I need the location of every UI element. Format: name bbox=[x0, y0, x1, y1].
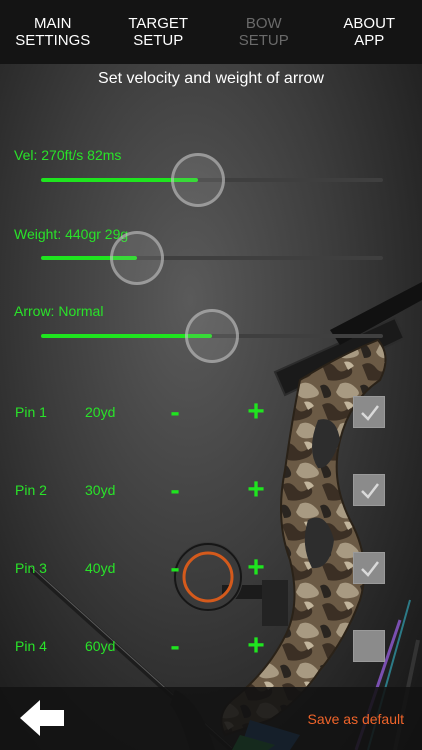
arrow-type-label: Arrow: Normal bbox=[14, 303, 104, 319]
nav-main-settings[interactable]: MAIN SETTINGS bbox=[0, 15, 106, 49]
pin-increase-button[interactable]: + bbox=[244, 629, 268, 663]
back-arrow-button[interactable] bbox=[18, 698, 68, 738]
top-navigation-bar: MAIN SETTINGS TARGET SETUP BOW SETUP ABO… bbox=[0, 0, 422, 64]
pin-decrease-button[interactable]: - bbox=[165, 551, 185, 585]
nav-target-setup[interactable]: TARGET SETUP bbox=[106, 15, 212, 49]
pin-distance: 40yd bbox=[85, 560, 116, 576]
pin-decrease-button[interactable]: - bbox=[165, 629, 185, 663]
pin-distance: 20yd bbox=[85, 404, 116, 420]
pin-enable-checkbox[interactable] bbox=[353, 552, 385, 584]
pin-row-2: Pin 2 30yd - + bbox=[0, 471, 422, 511]
pin-enable-checkbox[interactable] bbox=[353, 474, 385, 506]
save-as-default-button[interactable]: Save as default bbox=[307, 711, 404, 727]
pin-row-4: Pin 4 60yd - + bbox=[0, 627, 422, 667]
pin-enable-checkbox[interactable] bbox=[353, 396, 385, 428]
pin-row-3: Pin 3 40yd - + bbox=[0, 549, 422, 589]
arrow-type-slider-thumb[interactable] bbox=[185, 309, 239, 363]
page-subtitle: Set velocity and weight of arrow bbox=[98, 70, 324, 87]
pin-increase-button[interactable]: + bbox=[244, 551, 268, 585]
arrow-type-slider[interactable] bbox=[41, 309, 383, 363]
weight-slider[interactable] bbox=[41, 231, 383, 285]
nav-about-app[interactable]: ABOUT APP bbox=[317, 15, 422, 49]
pin-enable-checkbox[interactable] bbox=[353, 630, 385, 662]
pin-label: Pin 4 bbox=[15, 638, 47, 654]
velocity-slider[interactable] bbox=[41, 153, 383, 207]
pin-distance: 60yd bbox=[85, 638, 116, 654]
pin-label: Pin 2 bbox=[15, 482, 47, 498]
pin-distance: 30yd bbox=[85, 482, 116, 498]
check-icon bbox=[361, 561, 379, 577]
bottom-toolbar: Save as default bbox=[0, 687, 422, 750]
pin-row-1: Pin 1 20yd - + bbox=[0, 393, 422, 433]
velocity-slider-thumb[interactable] bbox=[171, 153, 226, 207]
pin-increase-button[interactable]: + bbox=[244, 473, 268, 507]
check-icon bbox=[361, 405, 379, 421]
check-icon bbox=[361, 483, 379, 499]
pin-decrease-button[interactable]: - bbox=[165, 395, 185, 429]
pin-decrease-button[interactable]: - bbox=[165, 473, 185, 507]
pin-label: Pin 1 bbox=[15, 404, 47, 420]
nav-bow-setup: BOW SETUP bbox=[238, 15, 289, 49]
velocity-label: Vel: 270ft/s 82ms bbox=[14, 147, 122, 163]
weight-slider-thumb[interactable] bbox=[109, 231, 164, 285]
pin-increase-button[interactable]: + bbox=[244, 395, 268, 429]
weight-label: Weight: 440gr 29g bbox=[14, 226, 129, 242]
pin-label: Pin 3 bbox=[15, 560, 47, 576]
back-arrow-icon bbox=[20, 700, 64, 736]
